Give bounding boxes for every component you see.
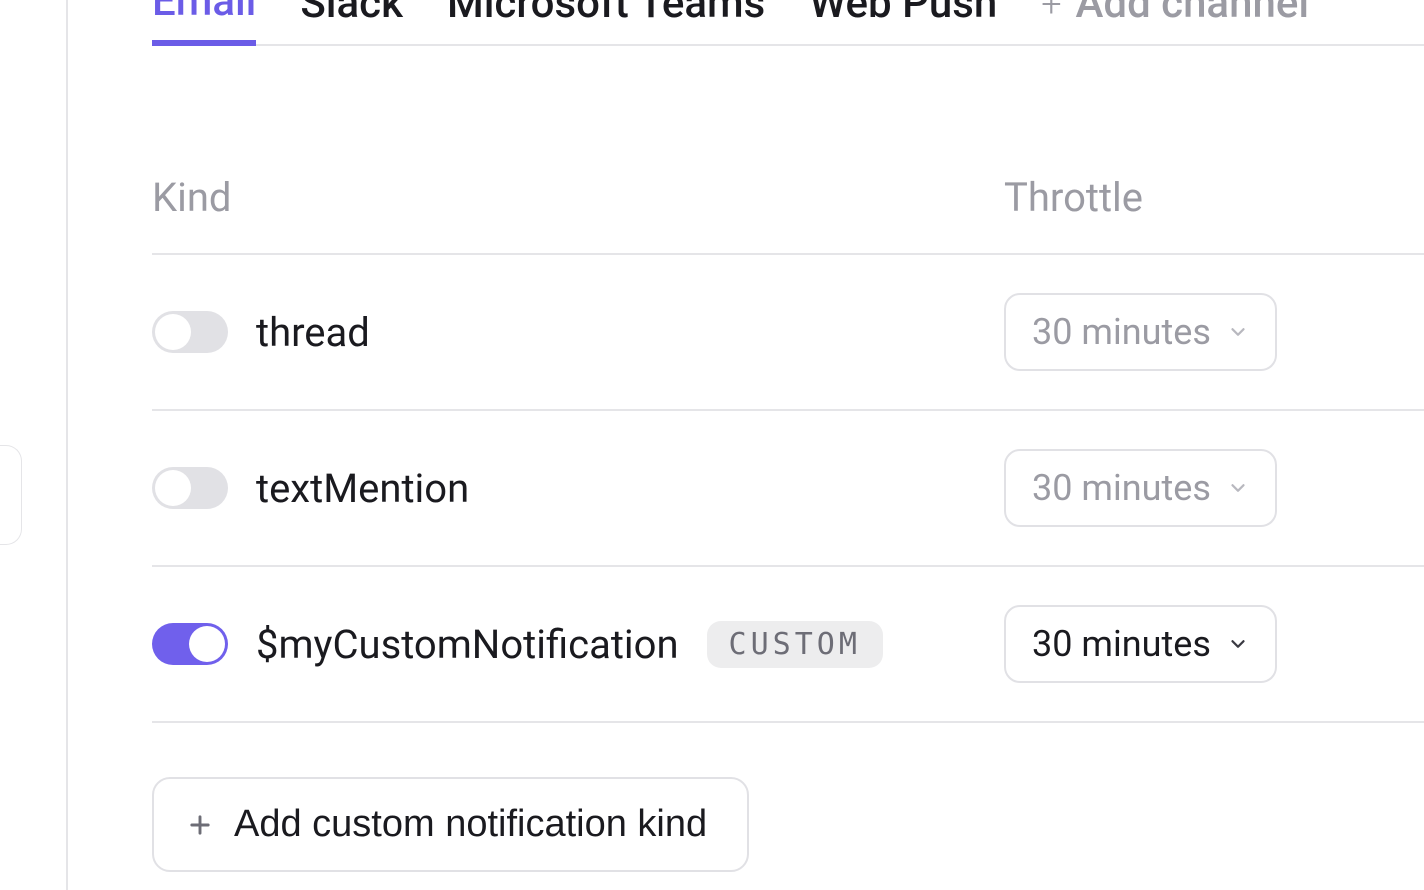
table-row: thread 30 minutes	[152, 255, 1424, 411]
tab-slack[interactable]: Slack	[300, 0, 403, 46]
toggle-knob	[189, 626, 225, 662]
throttle-select-thread[interactable]: 30 minutes	[1004, 293, 1277, 371]
chevron-down-icon	[1227, 633, 1249, 655]
chevron-down-icon	[1227, 321, 1249, 343]
toggle-custom-notification[interactable]	[152, 623, 228, 665]
plus-icon	[186, 811, 214, 839]
kind-cell: $myCustomNotification CUSTOM	[152, 621, 1004, 668]
throttle-select-textmention[interactable]: 30 minutes	[1004, 449, 1277, 527]
kind-cell: thread	[152, 309, 1004, 356]
toggle-textmention[interactable]	[152, 467, 228, 509]
plus-icon: +	[1041, 0, 1061, 22]
chevron-down-icon	[1227, 477, 1249, 499]
toggle-knob	[155, 314, 191, 350]
tab-email[interactable]: Email	[152, 0, 256, 46]
add-channel-label: Add channel	[1076, 0, 1309, 28]
custom-badge: CUSTOM	[707, 621, 883, 668]
throttle-cell: 30 minutes	[1004, 449, 1424, 527]
kind-label: $myCustomNotification	[256, 621, 679, 668]
toggle-thread[interactable]	[152, 311, 228, 353]
kind-cell: textMention	[152, 465, 1004, 512]
throttle-cell: 30 minutes	[1004, 293, 1424, 371]
main-content: Email Slack Microsoft Teams Web Push + A…	[152, 0, 1424, 890]
side-tab-handle[interactable]	[0, 445, 22, 545]
table-row: textMention 30 minutes	[152, 411, 1424, 567]
table-row: $myCustomNotification CUSTOM 30 minutes	[152, 567, 1424, 723]
column-header-kind: Kind	[152, 174, 1004, 221]
tab-microsoft-teams[interactable]: Microsoft Teams	[447, 0, 765, 46]
throttle-select-custom[interactable]: 30 minutes	[1004, 605, 1277, 683]
tab-web-push[interactable]: Web Push	[809, 0, 997, 46]
add-custom-kind-button[interactable]: Add custom notification kind	[152, 777, 749, 872]
channel-tabs: Email Slack Microsoft Teams Web Push + A…	[152, 0, 1424, 46]
column-header-throttle: Throttle	[1004, 174, 1424, 221]
toggle-knob	[155, 470, 191, 506]
kind-label: thread	[256, 309, 370, 356]
add-channel-button[interactable]: + Add channel	[1041, 0, 1309, 46]
throttle-value: 30 minutes	[1032, 467, 1211, 509]
add-custom-kind-label: Add custom notification kind	[234, 803, 707, 846]
notification-kinds-table: Kind Throttle thread 30 minutes	[152, 156, 1424, 723]
throttle-cell: 30 minutes	[1004, 605, 1424, 683]
kind-label: textMention	[256, 465, 469, 512]
table-header: Kind Throttle	[152, 156, 1424, 255]
throttle-value: 30 minutes	[1032, 623, 1211, 665]
throttle-value: 30 minutes	[1032, 311, 1211, 353]
